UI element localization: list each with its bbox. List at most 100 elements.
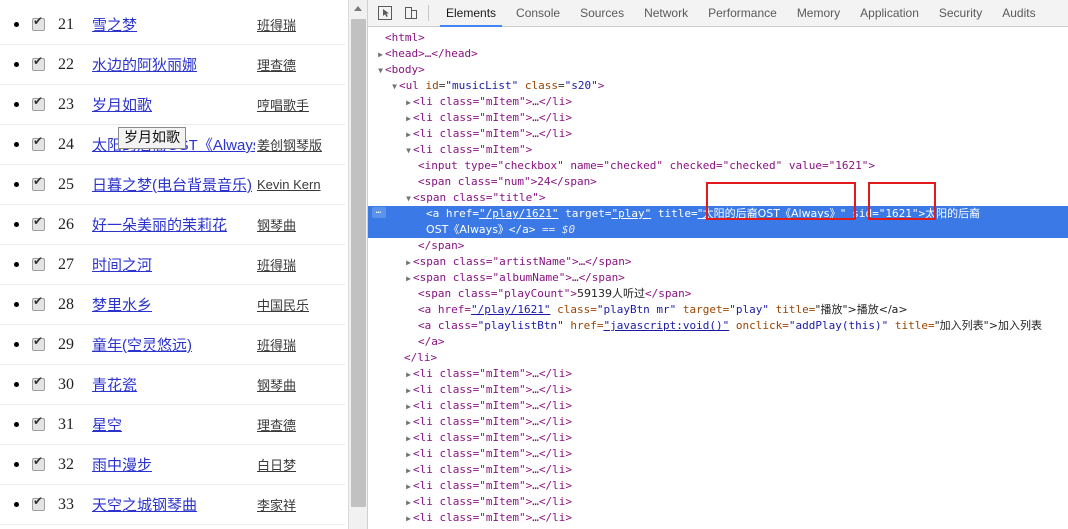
expand-triangle-icon[interactable]: [404, 415, 413, 431]
song-title-link[interactable]: 梦里水乡: [92, 297, 152, 314]
dom-node-li-collapsed[interactable]: <li class="mItem">…</li>: [368, 510, 1068, 526]
expand-triangle-icon[interactable]: [404, 383, 413, 399]
row-checkbox[interactable]: [32, 455, 45, 471]
expand-triangle-icon[interactable]: [404, 511, 413, 527]
artist-name-link[interactable]: 哼唱歌手: [257, 98, 309, 113]
inspect-element-icon[interactable]: [372, 1, 398, 25]
row-checkbox[interactable]: [32, 295, 45, 311]
scroll-up-arrow-icon[interactable]: [349, 0, 367, 17]
list-item[interactable]: 31 星空 理查德: [0, 405, 345, 445]
song-title-link[interactable]: 好一朵美丽的茉莉花: [92, 217, 227, 234]
row-checkbox[interactable]: [32, 135, 45, 151]
row-checkbox[interactable]: [32, 95, 45, 111]
row-checkbox[interactable]: [32, 255, 45, 271]
expand-triangle-icon[interactable]: [404, 431, 413, 447]
dom-node-li-close[interactable]: </li>: [368, 350, 1068, 366]
song-title-link[interactable]: 童年(空灵悠远): [92, 337, 192, 354]
dom-node-li-collapsed[interactable]: <li class="mItem">…</li>: [368, 462, 1068, 478]
song-title-link[interactable]: 天空之城钢琴曲: [92, 497, 197, 514]
row-checkbox[interactable]: [32, 15, 45, 31]
node-overflow-badge[interactable]: …: [372, 207, 386, 218]
artist-name-link[interactable]: 白日梦: [257, 458, 296, 473]
row-checkbox[interactable]: [32, 335, 45, 351]
dom-node-head[interactable]: <head>…</head>: [368, 46, 1068, 62]
list-item[interactable]: 29 童年(空灵悠远) 班得瑞: [0, 325, 345, 365]
dom-tree-panel[interactable]: <html> <head>…</head> <body> <ul id="mus…: [368, 27, 1068, 529]
artist-name-link[interactable]: Kevin Kern: [257, 177, 321, 192]
song-title-link[interactable]: 雨中漫步: [92, 457, 152, 474]
list-item[interactable]: 26 好一朵美丽的茉莉花 钢琴曲: [0, 205, 345, 245]
expand-triangle-icon[interactable]: [404, 191, 413, 207]
dom-node-span-num[interactable]: <span class="num">24</span>: [368, 174, 1068, 190]
artist-name-link[interactable]: 中国民乐: [257, 298, 309, 313]
song-title-link[interactable]: 星空: [92, 417, 122, 434]
expand-triangle-icon[interactable]: [404, 367, 413, 383]
artist-name-link[interactable]: 班得瑞: [257, 258, 296, 273]
artist-name-link[interactable]: 班得瑞: [257, 338, 296, 353]
row-checkbox[interactable]: [32, 415, 45, 431]
tab-network[interactable]: Network: [634, 0, 698, 27]
expand-triangle-icon[interactable]: [404, 447, 413, 463]
page-scrollbar[interactable]: [348, 0, 367, 529]
dom-node-li-collapsed[interactable]: <li class="mItem">…</li>: [368, 430, 1068, 446]
dom-node-li-collapsed[interactable]: <li class="mItem">…</li>: [368, 478, 1068, 494]
dom-node-html[interactable]: <html>: [368, 30, 1068, 46]
dom-node-li-collapsed[interactable]: <li class="mItem">…</li>: [368, 126, 1068, 142]
tab-memory[interactable]: Memory: [787, 0, 850, 27]
dom-node-body[interactable]: <body>: [368, 62, 1068, 78]
dom-node-span-artistname[interactable]: <span class="artistName">…</span>: [368, 254, 1068, 270]
list-item[interactable]: 28 梦里水乡 中国民乐: [0, 285, 345, 325]
row-checkbox[interactable]: [32, 175, 45, 191]
device-toolbar-icon[interactable]: [398, 1, 424, 25]
list-item[interactable]: 25 日暮之梦(电台背景音乐) Kevin Kern: [0, 165, 345, 205]
row-checkbox[interactable]: [32, 55, 45, 71]
artist-name-link[interactable]: 姜创钢琴版: [257, 138, 322, 153]
expand-triangle-icon[interactable]: [390, 79, 399, 95]
row-checkbox[interactable]: [32, 375, 45, 391]
expand-triangle-icon[interactable]: [404, 95, 413, 111]
tab-console[interactable]: Console: [506, 0, 570, 27]
expand-triangle-icon[interactable]: [376, 63, 385, 79]
expand-triangle-icon[interactable]: [404, 479, 413, 495]
artist-name-link[interactable]: 班得瑞: [257, 18, 296, 33]
artist-name-link[interactable]: 钢琴曲: [257, 378, 296, 393]
list-item[interactable]: 21 雪之梦 班得瑞: [0, 5, 345, 45]
dom-node-playlist-button-anchor[interactable]: <a class="playlistBtn" href="javascript:…: [368, 318, 1068, 334]
list-item[interactable]: 30 青花瓷 钢琴曲: [0, 365, 345, 405]
tab-performance[interactable]: Performance: [698, 0, 787, 27]
tab-security[interactable]: Security: [929, 0, 992, 27]
expand-triangle-icon[interactable]: [404, 127, 413, 143]
dom-node-input-checkbox[interactable]: <input type="checkbox" name="checked" ch…: [368, 158, 1068, 174]
tab-elements[interactable]: Elements: [436, 0, 506, 27]
row-checkbox[interactable]: [32, 495, 45, 511]
expand-triangle-icon[interactable]: [404, 495, 413, 511]
dom-node-a-close[interactable]: </a>: [368, 334, 1068, 350]
song-title-link[interactable]: 雪之梦: [92, 17, 137, 34]
expand-triangle-icon[interactable]: [404, 463, 413, 479]
dom-node-li-collapsed[interactable]: <li class="mItem">…</li>: [368, 366, 1068, 382]
expand-triangle-icon[interactable]: [404, 255, 413, 271]
expand-triangle-icon[interactable]: [404, 111, 413, 127]
dom-node-li-collapsed[interactable]: <li class="mItem">…</li>: [368, 446, 1068, 462]
song-title-link[interactable]: 水边的阿狄丽娜: [92, 57, 197, 74]
dom-node-span-title[interactable]: <span class="title">: [368, 190, 1068, 206]
scrollbar-thumb[interactable]: [351, 19, 366, 507]
expand-triangle-icon[interactable]: [404, 399, 413, 415]
expand-triangle-icon[interactable]: [404, 271, 413, 287]
list-item[interactable]: 33 天空之城钢琴曲 李家祥: [0, 485, 345, 525]
artist-name-link[interactable]: 理查德: [257, 58, 296, 73]
list-item[interactable]: 32 雨中漫步 白日梦: [0, 445, 345, 485]
expand-triangle-icon[interactable]: [376, 47, 385, 63]
dom-node-span-title-close[interactable]: </span>: [368, 238, 1068, 254]
artist-name-link[interactable]: 钢琴曲: [257, 218, 296, 233]
dom-node-li-collapsed[interactable]: <li class="mItem">…</li>: [368, 94, 1068, 110]
dom-node-li-collapsed[interactable]: <li class="mItem">…</li>: [368, 414, 1068, 430]
tab-application[interactable]: Application: [850, 0, 929, 27]
expand-triangle-icon[interactable]: [404, 143, 413, 159]
dom-node-li-collapsed[interactable]: <li class="mItem">…</li>: [368, 382, 1068, 398]
dom-node-play-button-anchor[interactable]: <a href="/play/1621" class="playBtn mr" …: [368, 302, 1068, 318]
song-title-link[interactable]: 时间之河: [92, 257, 152, 274]
dom-node-li-collapsed[interactable]: <li class="mItem">…</li>: [368, 494, 1068, 510]
dom-node-ul-musiclist[interactable]: <ul id="musicList" class="s20">: [368, 78, 1068, 94]
row-checkbox[interactable]: [32, 215, 45, 231]
